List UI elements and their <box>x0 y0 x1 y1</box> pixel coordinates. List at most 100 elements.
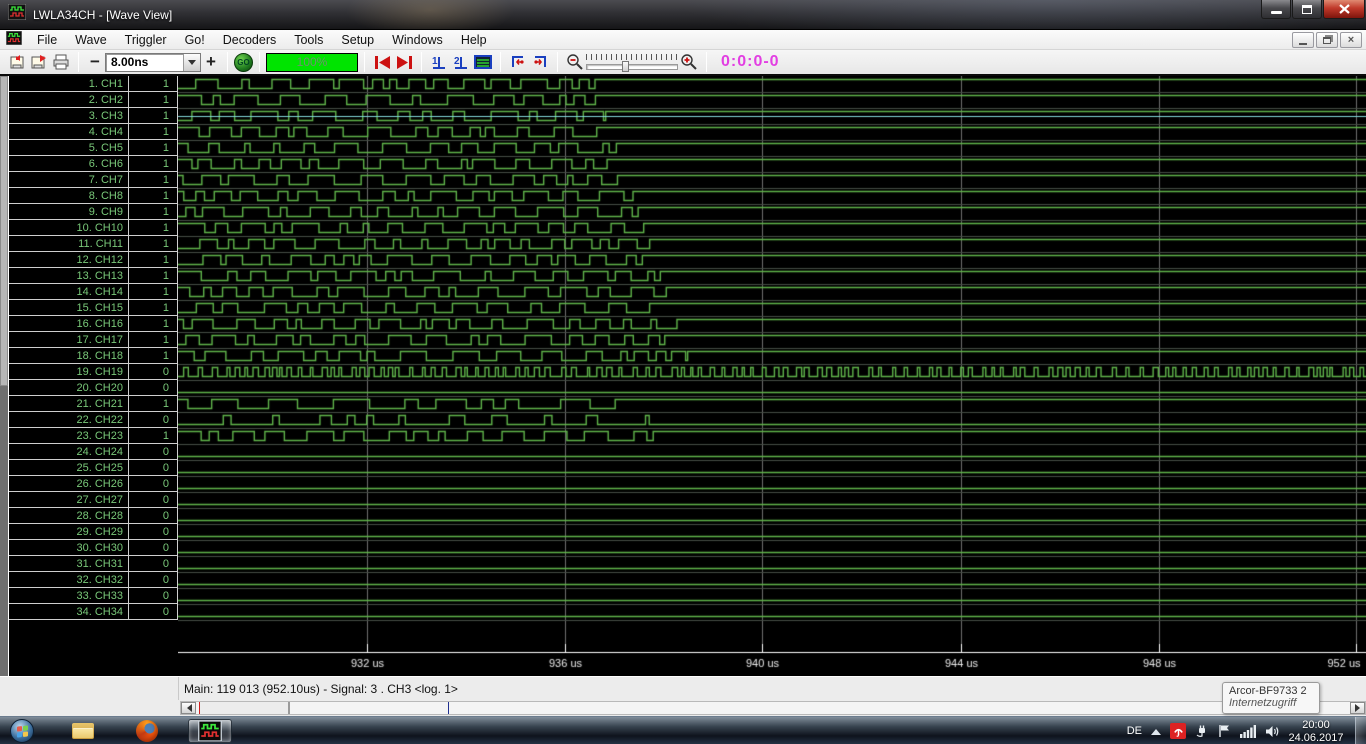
channel-label[interactable]: 2. CH2 <box>9 92 129 107</box>
channel-label[interactable]: 25. CH25 <box>9 460 129 475</box>
channel-label[interactable]: 33. CH33 <box>9 588 129 603</box>
channel-label[interactable]: 11. CH11 <box>9 236 129 251</box>
mdi-restore-button[interactable] <box>1316 32 1338 48</box>
channel-label[interactable]: 16. CH16 <box>9 316 129 331</box>
channel-label[interactable]: 22. CH22 <box>9 412 129 427</box>
zoom-in-icon[interactable] <box>678 52 700 72</box>
zoom-time-out-button[interactable]: − <box>85 52 105 72</box>
vertical-scrollbar[interactable] <box>0 76 9 676</box>
channel-label[interactable]: 24. CH24 <box>9 444 129 459</box>
skip-to-end-button[interactable] <box>393 52 415 72</box>
menu-item-triggler[interactable]: Triggler <box>116 30 176 49</box>
horizontal-scrollbar-thumb[interactable] <box>200 702 290 714</box>
taskbar-logic-analyzer-button[interactable] <box>188 719 232 743</box>
channel-label[interactable]: 13. CH13 <box>9 268 129 283</box>
channel-label[interactable]: 14. CH14 <box>9 284 129 299</box>
show-desktop-button[interactable] <box>1355 717 1366 744</box>
goto-next-edge-button[interactable] <box>529 52 551 72</box>
channel-label[interactable]: 3. CH3 <box>9 108 129 123</box>
network-signal-icon[interactable] <box>1240 725 1256 738</box>
channel-label[interactable]: 12. CH12 <box>9 252 129 267</box>
menu-item-tools[interactable]: Tools <box>285 30 332 49</box>
channel-label[interactable]: 9. CH9 <box>9 204 129 219</box>
antivirus-icon[interactable] <box>1170 723 1186 739</box>
taskbar-firefox-button[interactable] <box>132 719 162 743</box>
start-button[interactable] <box>10 719 34 743</box>
channel-row[interactable]: 18. CH181 <box>9 348 178 364</box>
marker-1-button[interactable]: 1 <box>428 52 450 72</box>
print-icon[interactable] <box>50 52 72 72</box>
power-plug-icon[interactable] <box>1195 724 1209 738</box>
channel-row[interactable]: 17. CH171 <box>9 332 178 348</box>
waveform-canvas[interactable] <box>178 76 1366 676</box>
taskbar-explorer-button[interactable] <box>68 719 98 743</box>
channel-row[interactable]: 7. CH71 <box>9 172 178 188</box>
mdi-minimize-button[interactable] <box>1292 32 1314 48</box>
close-button[interactable] <box>1323 0 1365 19</box>
channel-row[interactable]: 11. CH111 <box>9 236 178 252</box>
taskbar-clock[interactable]: 20:00 24.06.2017 <box>1284 719 1348 744</box>
channel-row[interactable]: 26. CH260 <box>9 476 178 492</box>
scroll-left-button[interactable] <box>181 702 196 714</box>
channel-label[interactable]: 4. CH4 <box>9 124 129 139</box>
vertical-scrollbar-thumb[interactable] <box>0 76 8 386</box>
channel-label[interactable]: 28. CH28 <box>9 508 129 523</box>
menu-item-file[interactable]: File <box>28 30 66 49</box>
channel-row[interactable]: 27. CH270 <box>9 492 178 508</box>
zoom-slider-thumb[interactable] <box>622 61 629 72</box>
maximize-button[interactable] <box>1292 0 1322 19</box>
channel-label[interactable]: 29. CH29 <box>9 524 129 539</box>
zoom-slider[interactable] <box>586 52 678 72</box>
channel-row[interactable]: 3. CH31 <box>9 108 178 124</box>
channel-label[interactable]: 1. CH1 <box>9 76 129 91</box>
channel-row[interactable]: 20. CH200 <box>9 380 178 396</box>
channel-label[interactable]: 8. CH8 <box>9 188 129 203</box>
channel-row[interactable]: 28. CH280 <box>9 508 178 524</box>
channel-label[interactable]: 32. CH32 <box>9 572 129 587</box>
language-indicator[interactable]: DE <box>1127 725 1142 737</box>
horizontal-scrollbar-track[interactable] <box>180 701 1366 715</box>
timebase-select[interactable]: 8.00ns <box>105 53 201 72</box>
channel-row[interactable]: 23. CH231 <box>9 428 178 444</box>
channel-label[interactable]: 5. CH5 <box>9 140 129 155</box>
minimize-button[interactable] <box>1261 0 1291 19</box>
open-file-icon[interactable] <box>6 52 28 72</box>
channel-label[interactable]: 20. CH20 <box>9 380 129 395</box>
channel-row[interactable]: 31. CH310 <box>9 556 178 572</box>
zoom-time-in-button[interactable]: + <box>201 52 221 72</box>
channel-row[interactable]: 32. CH320 <box>9 572 178 588</box>
channel-row[interactable]: 16. CH161 <box>9 316 178 332</box>
channel-label[interactable]: 19. CH19 <box>9 364 129 379</box>
channel-row[interactable]: 10. CH101 <box>9 220 178 236</box>
menu-item-help[interactable]: Help <box>452 30 496 49</box>
channel-label[interactable]: 15. CH15 <box>9 300 129 315</box>
channel-label[interactable]: 7. CH7 <box>9 172 129 187</box>
channel-label[interactable]: 31. CH31 <box>9 556 129 571</box>
channel-row[interactable]: 15. CH151 <box>9 300 178 316</box>
channel-row[interactable]: 22. CH220 <box>9 412 178 428</box>
channel-row[interactable]: 14. CH141 <box>9 284 178 300</box>
zoom-slider-track[interactable] <box>586 64 678 70</box>
channel-label[interactable]: 21. CH21 <box>9 396 129 411</box>
channel-label[interactable]: 23. CH23 <box>9 428 129 443</box>
skip-to-start-button[interactable] <box>371 52 393 72</box>
channel-row[interactable]: 30. CH300 <box>9 540 178 556</box>
channel-label[interactable]: 27. CH27 <box>9 492 129 507</box>
go-button[interactable]: GO <box>234 53 253 72</box>
channel-row[interactable]: 25. CH250 <box>9 460 178 476</box>
channel-row[interactable]: 4. CH41 <box>9 124 178 140</box>
channel-row[interactable]: 21. CH211 <box>9 396 178 412</box>
channel-row[interactable]: 12. CH121 <box>9 252 178 268</box>
channel-label[interactable]: 17. CH17 <box>9 332 129 347</box>
volume-icon[interactable] <box>1265 725 1280 738</box>
zoom-out-icon[interactable] <box>564 52 586 72</box>
channel-row[interactable]: 8. CH81 <box>9 188 178 204</box>
channel-row[interactable]: 24. CH240 <box>9 444 178 460</box>
tray-expand-icon[interactable] <box>1151 724 1161 735</box>
channel-row[interactable]: 29. CH290 <box>9 524 178 540</box>
channel-label[interactable]: 10. CH10 <box>9 220 129 235</box>
channel-row[interactable]: 19. CH190 <box>9 364 178 380</box>
channel-row[interactable]: 2. CH21 <box>9 92 178 108</box>
channel-label[interactable]: 18. CH18 <box>9 348 129 363</box>
channel-label[interactable]: 26. CH26 <box>9 476 129 491</box>
